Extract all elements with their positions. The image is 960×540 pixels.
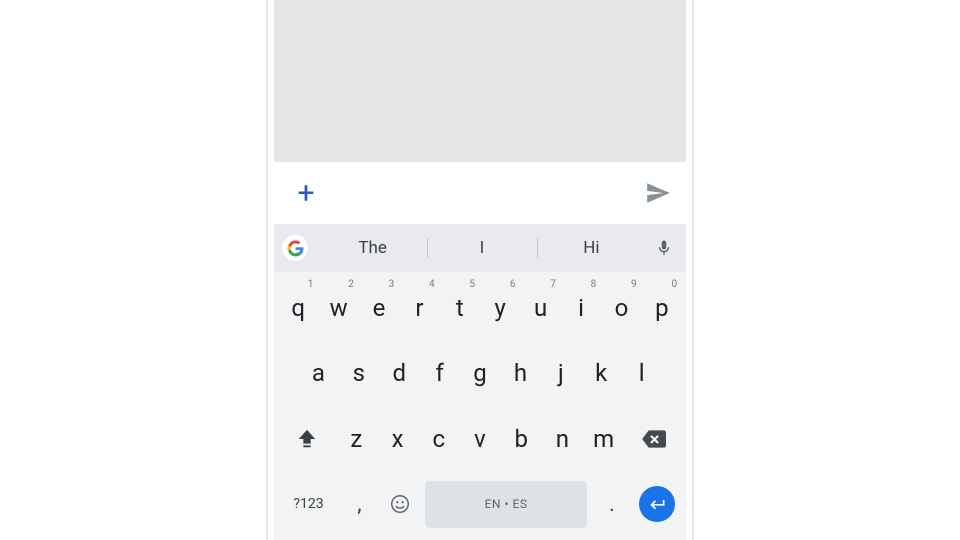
key-p[interactable]: p0: [642, 278, 682, 338]
suggestion-3[interactable]: Hi: [537, 224, 646, 272]
message-area: [274, 0, 686, 162]
suggestion-1[interactable]: The: [318, 224, 427, 272]
space-key[interactable]: EN • ES: [425, 481, 588, 529]
key-k[interactable]: k: [581, 344, 621, 404]
mic-button[interactable]: [650, 234, 678, 262]
key-o[interactable]: o9: [601, 278, 641, 338]
key-n[interactable]: n: [542, 409, 583, 469]
period-key[interactable]: .: [591, 475, 632, 535]
emoji-key[interactable]: [380, 475, 421, 535]
key-q[interactable]: q1: [278, 278, 318, 338]
send-icon: [645, 180, 671, 206]
key-c[interactable]: c: [418, 409, 459, 469]
key-s[interactable]: s: [339, 344, 379, 404]
emoji-icon: [389, 493, 411, 515]
suggestion-2[interactable]: I: [427, 224, 536, 272]
key-row-1: q1 w2 e3 r4 t5 y6 u7 i8 o9 p0: [278, 278, 682, 338]
phone-frame: + The I Hi q1 w2 e3 r4: [266, 0, 694, 540]
key-row-3: z x c v b n m: [278, 409, 682, 469]
shift-key[interactable]: [278, 409, 336, 469]
message-input[interactable]: [320, 173, 640, 213]
add-button[interactable]: +: [292, 179, 320, 207]
suggestion-list: The I Hi: [318, 224, 646, 272]
suggestion-strip: The I Hi: [274, 224, 686, 272]
key-d[interactable]: d: [379, 344, 419, 404]
google-g-icon: [287, 240, 304, 257]
key-l[interactable]: l: [621, 344, 661, 404]
key-e[interactable]: e3: [359, 278, 399, 338]
keyboard: q1 w2 e3 r4 t5 y6 u7 i8 o9 p0 a s d f g …: [274, 272, 686, 540]
send-button[interactable]: [640, 175, 676, 211]
key-m[interactable]: m: [583, 409, 624, 469]
key-r[interactable]: r4: [399, 278, 439, 338]
key-i[interactable]: i8: [561, 278, 601, 338]
key-g[interactable]: g: [460, 344, 500, 404]
key-w[interactable]: w2: [318, 278, 358, 338]
backspace-icon: [640, 426, 666, 452]
key-row-2: a s d f g h j k l: [278, 344, 682, 404]
shift-icon: [296, 428, 318, 450]
key-row-4: ?123 , EN • ES .: [278, 475, 682, 535]
key-v[interactable]: v: [459, 409, 500, 469]
key-f[interactable]: f: [419, 344, 459, 404]
key-j[interactable]: j: [541, 344, 581, 404]
key-a[interactable]: a: [298, 344, 338, 404]
key-x[interactable]: x: [377, 409, 418, 469]
google-search-button[interactable]: [282, 235, 308, 261]
enter-icon: [647, 494, 667, 514]
enter-key[interactable]: [632, 475, 682, 535]
mic-icon: [655, 239, 673, 257]
backspace-key[interactable]: [624, 409, 682, 469]
key-t[interactable]: t5: [440, 278, 480, 338]
key-h[interactable]: h: [500, 344, 540, 404]
key-u[interactable]: u7: [520, 278, 560, 338]
key-b[interactable]: b: [501, 409, 542, 469]
key-z[interactable]: z: [336, 409, 377, 469]
symbols-key[interactable]: ?123: [278, 475, 339, 535]
comma-key[interactable]: ,: [339, 475, 380, 535]
key-y[interactable]: y6: [480, 278, 520, 338]
compose-bar: +: [274, 162, 686, 224]
